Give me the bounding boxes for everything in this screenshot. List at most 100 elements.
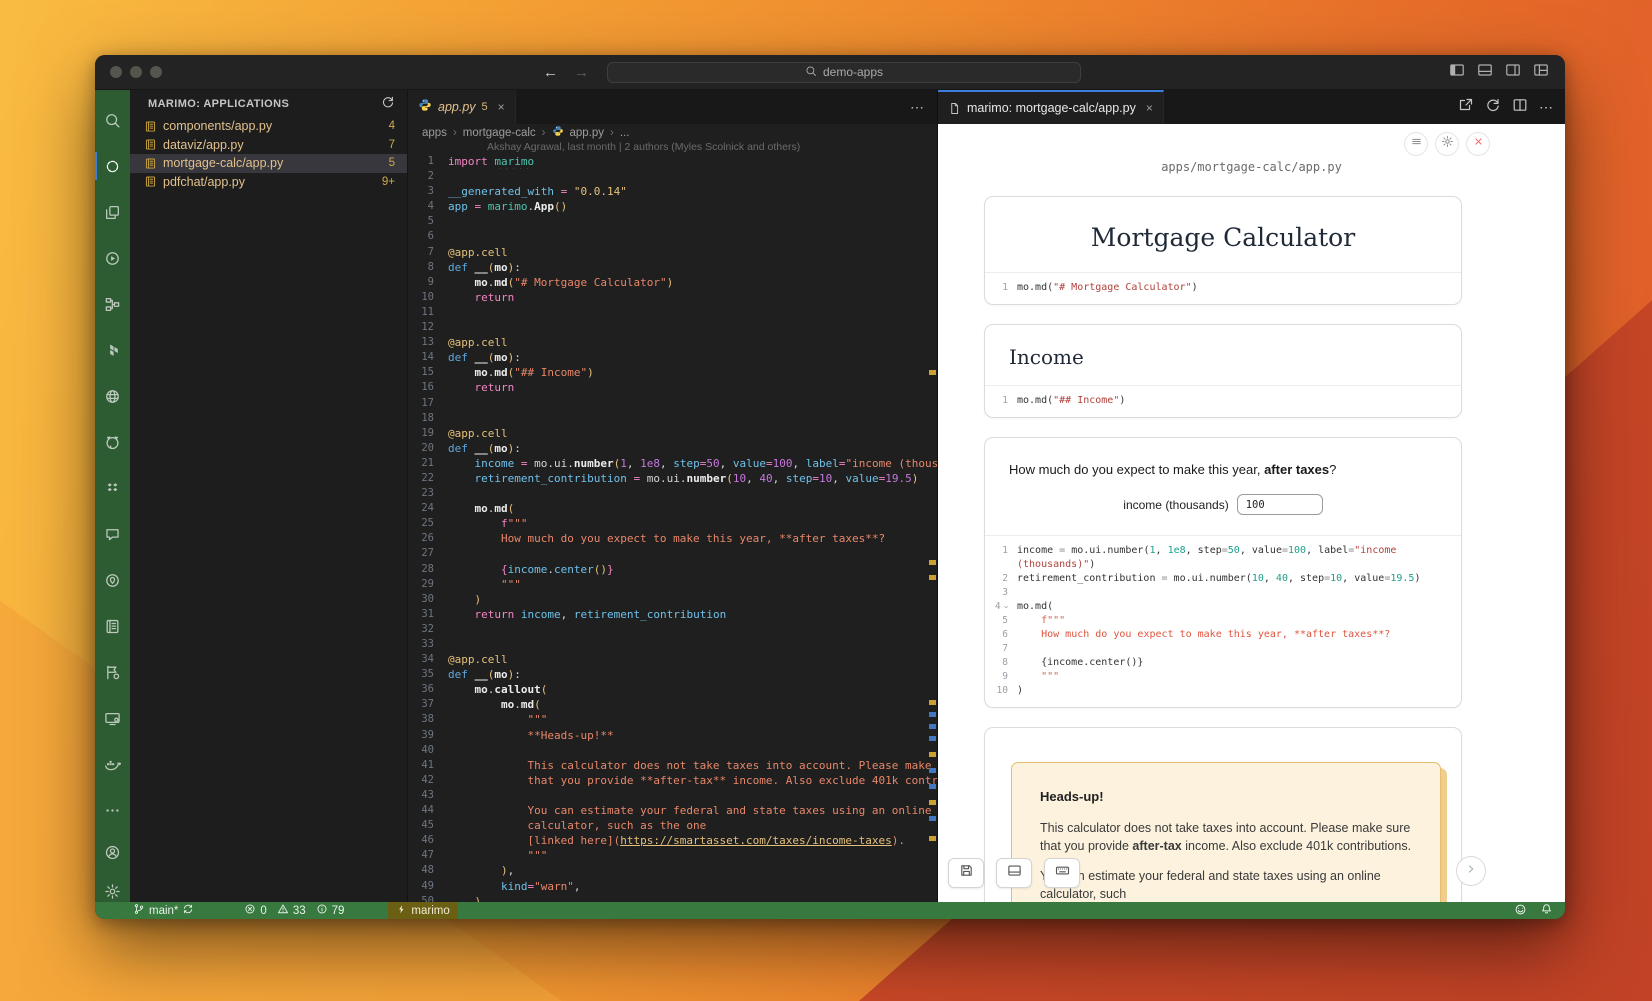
- branch-status[interactable]: main*: [133, 903, 194, 918]
- activity-account-icon[interactable]: [95, 833, 130, 872]
- code-line: 1import marimo: [408, 154, 937, 169]
- tab-app-py[interactable]: app.py 5 ×: [408, 90, 516, 124]
- ruler-mark: [929, 752, 936, 757]
- more-actions-icon[interactable]: ⋯: [1539, 99, 1553, 116]
- activity-map-pin-icon[interactable]: [95, 557, 130, 603]
- ruler-mark: [929, 370, 936, 375]
- activity-docker-icon[interactable]: [95, 741, 130, 787]
- code-line: 19@app.cell: [408, 426, 937, 441]
- save-button[interactable]: [948, 858, 984, 888]
- breadcrumb[interactable]: apps › mortgage-calc › app.py › ...: [408, 124, 937, 141]
- activity-comment-icon[interactable]: [95, 511, 130, 557]
- breadcrumb-symbol[interactable]: ...: [620, 127, 630, 139]
- cell-code[interactable]: 1mo.md("## Income"): [985, 385, 1461, 417]
- activity-debug-flag-icon[interactable]: [95, 649, 130, 695]
- activity-globe-icon[interactable]: [95, 373, 130, 419]
- minimize-window-button[interactable]: [130, 66, 142, 78]
- toggle-primary-sidebar-icon[interactable]: [1449, 62, 1465, 83]
- code-line: 8def __(mo):: [408, 260, 937, 275]
- code-line: 10): [987, 684, 1457, 698]
- cell-code[interactable]: 1mo.md("# Mortgage Calculator"): [985, 272, 1461, 304]
- breadcrumb-folder[interactable]: mortgage-calc: [463, 127, 536, 139]
- income-heading: Income: [985, 325, 1461, 385]
- split-editor-icon[interactable]: [1512, 97, 1528, 118]
- customize-layout-icon[interactable]: [1533, 62, 1549, 83]
- ruler-mark: [929, 800, 936, 805]
- vscode-window: ← → demo-apps: [95, 55, 1565, 919]
- marimo-status[interactable]: marimo: [388, 902, 457, 919]
- cell-code[interactable]: 1income = mo.ui.number(1, 1e8, step=50, …: [985, 535, 1461, 707]
- git-blame-annotation: Akshay Agrawal, last month | 2 authors (…: [408, 141, 937, 154]
- activity-hierarchy-icon[interactable]: [95, 281, 130, 327]
- activity-terraform-icon[interactable]: [95, 327, 130, 373]
- run-app-button[interactable]: [1456, 856, 1486, 886]
- app-shutdown-button[interactable]: [1466, 132, 1490, 156]
- activity-github-icon[interactable]: [95, 419, 130, 465]
- activity-run-schedule-icon[interactable]: [95, 235, 130, 281]
- status-bar: main* 0 33 79 marimo: [95, 902, 1565, 919]
- code-line: 31 return income, retirement_contributio…: [408, 607, 937, 622]
- activity-search-icon[interactable]: [95, 97, 130, 143]
- toggle-panel-icon[interactable]: [1477, 62, 1493, 83]
- activity-settings-gear-icon[interactable]: [95, 872, 130, 911]
- sidebar-item-components/app.py[interactable]: components/app.py4: [130, 117, 407, 136]
- keyboard-shortcuts-button[interactable]: [1044, 858, 1080, 888]
- navigate-forward-icon[interactable]: →: [574, 64, 589, 81]
- code-editor[interactable]: 1import marimo23__generated_with = "0.0.…: [408, 154, 937, 902]
- code-line: 7@app.cell: [408, 245, 937, 260]
- app-menu-button[interactable]: [1404, 132, 1428, 156]
- reload-preview-icon[interactable]: [1485, 97, 1501, 118]
- ruler-mark: [929, 712, 936, 717]
- code-line: 30 ): [408, 592, 937, 607]
- window-controls[interactable]: [95, 66, 175, 78]
- navigate-back-icon[interactable]: ←: [543, 64, 558, 81]
- python-icon: [552, 125, 564, 140]
- command-center-search[interactable]: demo-apps: [607, 62, 1081, 83]
- ruler-mark: [929, 816, 936, 821]
- feedback-smiley-icon[interactable]: [1514, 903, 1527, 919]
- breadcrumb-apps[interactable]: apps: [422, 127, 447, 139]
- code-line: 40: [408, 743, 937, 758]
- problems-status[interactable]: 0 33 79: [244, 903, 350, 918]
- sidebar-item-mortgage-calc/app.py[interactable]: mortgage-calc/app.py5: [130, 154, 407, 173]
- code-line: 13@app.cell: [408, 335, 937, 350]
- cell-card-question: How much do you expect to make this year…: [984, 437, 1462, 708]
- tab-marimo-preview[interactable]: marimo: mortgage-calc/app.py ×: [938, 90, 1164, 124]
- activity-more-icon[interactable]: [95, 787, 130, 833]
- panel-button[interactable]: [996, 858, 1032, 888]
- problem-count-badge: 7: [389, 139, 407, 151]
- breadcrumb-file[interactable]: app.py: [570, 127, 605, 139]
- activity-screen-icon[interactable]: [95, 695, 130, 741]
- zoom-window-button[interactable]: [150, 66, 162, 78]
- activity-notebook-icon[interactable]: [95, 603, 130, 649]
- notifications-bell-icon[interactable]: [1540, 903, 1553, 919]
- sidebar-item-pdfchat/app.py[interactable]: pdfchat/app.py9+: [130, 173, 407, 192]
- refresh-icon[interactable]: [381, 95, 395, 112]
- code-line: 20def __(mo):: [408, 441, 937, 456]
- code-line: (thousands)"): [987, 558, 1457, 572]
- app-title-heading: Mortgage Calculator: [985, 197, 1461, 272]
- tab-problems-badge: 5: [482, 101, 488, 113]
- code-line: 21 income = mo.ui.number(1, 1e8, step=50…: [408, 456, 937, 471]
- code-line: 49 kind="warn",: [408, 879, 937, 894]
- ruler-mark: [929, 736, 936, 741]
- app-settings-button[interactable]: [1435, 132, 1459, 156]
- income-input[interactable]: [1237, 494, 1323, 515]
- tab-bar: marimo: mortgage-calc/app.py × ⋯: [938, 90, 1565, 124]
- sidebar-item-dataviz/app.py[interactable]: dataviz/app.py7: [130, 136, 407, 155]
- code-line: 1income = mo.ui.number(1, 1e8, step=50, …: [987, 544, 1457, 558]
- info-icon: [316, 903, 328, 918]
- close-tab-icon[interactable]: ×: [1146, 101, 1153, 115]
- close-window-button[interactable]: [110, 66, 122, 78]
- code-line: 41 This calculator does not take taxes i…: [408, 758, 937, 773]
- close-tab-icon[interactable]: ×: [498, 100, 505, 114]
- overview-ruler[interactable]: [928, 154, 936, 902]
- toggle-secondary-sidebar-icon[interactable]: [1505, 62, 1521, 83]
- code-line: 34@app.cell: [408, 652, 937, 667]
- activity-marimo-icon[interactable]: [95, 143, 130, 189]
- activity-copy-icon[interactable]: [95, 189, 130, 235]
- cell-card-title: Mortgage Calculator 1mo.md("# Mortgage C…: [984, 196, 1462, 305]
- activity-deploy-icon[interactable]: [95, 465, 130, 511]
- editor-more-actions-icon[interactable]: ⋯: [910, 90, 937, 124]
- open-in-browser-icon[interactable]: [1458, 97, 1474, 118]
